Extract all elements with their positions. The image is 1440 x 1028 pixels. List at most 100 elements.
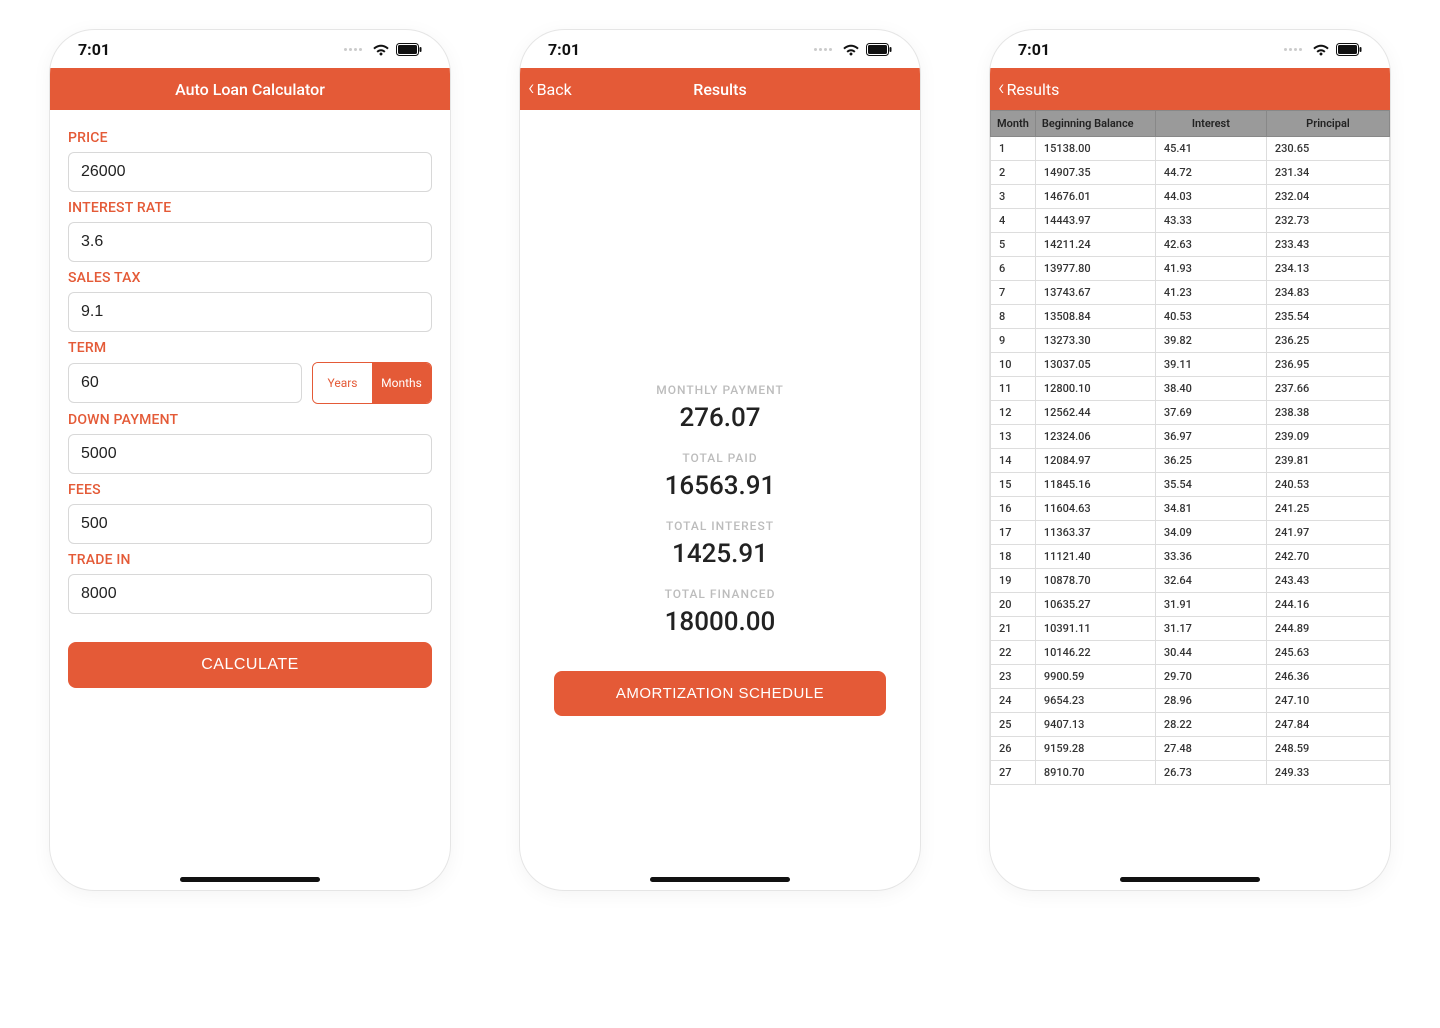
down-label: DOWN PAYMENT — [68, 412, 432, 428]
tradein-input[interactable] — [68, 574, 432, 614]
table-header-row: Month Beginning Balance Interest Princip… — [991, 111, 1390, 137]
results-screen: 7:01 ‹ Back Results MONTHLY PAYMENT 276.… — [520, 30, 920, 890]
table-cell: 44.03 — [1155, 185, 1266, 209]
page-title: Auto Loan Calculator — [175, 80, 325, 99]
back-button[interactable]: ‹ Back — [528, 68, 572, 110]
table-cell: 36.25 — [1155, 449, 1266, 473]
table-cell: 43.33 — [1155, 209, 1266, 233]
cellular-icon — [1284, 48, 1302, 51]
table-cell: 24 — [991, 689, 1036, 713]
table-cell: 34.81 — [1155, 497, 1266, 521]
amortization-screen: 7:01 ‹ Results Month Beginning Balance I… — [990, 30, 1390, 890]
table-cell: 12800.10 — [1035, 377, 1155, 401]
table-cell: 15 — [991, 473, 1036, 497]
table-cell: 13037.05 — [1035, 353, 1155, 377]
table-row: 813508.8440.53235.54 — [991, 305, 1390, 329]
table-cell: 231.34 — [1266, 161, 1389, 185]
table-cell: 22 — [991, 641, 1036, 665]
table-row: 1711363.3734.09241.97 — [991, 521, 1390, 545]
table-cell: 29.70 — [1155, 665, 1266, 689]
table-cell: 240.53 — [1266, 473, 1389, 497]
fees-label: FEES — [68, 482, 432, 498]
table-row: 278910.7026.73249.33 — [991, 761, 1390, 785]
calculate-button[interactable]: CALCULATE — [68, 642, 432, 688]
status-icons — [344, 43, 422, 56]
table-cell: 13273.30 — [1035, 329, 1155, 353]
navbar: ‹ Results — [990, 68, 1390, 110]
wifi-icon — [842, 43, 860, 56]
col-month: Month — [991, 111, 1036, 137]
table-cell: 247.10 — [1266, 689, 1389, 713]
table-cell: 247.84 — [1266, 713, 1389, 737]
chevron-left-icon: ‹ — [528, 78, 535, 100]
table-cell: 40.53 — [1155, 305, 1266, 329]
down-input[interactable] — [68, 434, 432, 474]
table-cell: 11121.40 — [1035, 545, 1155, 569]
table-cell: 33.36 — [1155, 545, 1266, 569]
total-financed-value: 18000.00 — [665, 607, 776, 637]
table-cell: 243.43 — [1266, 569, 1389, 593]
table-cell: 248.59 — [1266, 737, 1389, 761]
salestax-input[interactable] — [68, 292, 432, 332]
table-row: 115138.0045.41230.65 — [991, 137, 1390, 161]
table-row: 1910878.7032.64243.43 — [991, 569, 1390, 593]
chevron-left-icon: ‹ — [998, 78, 1005, 100]
interest-input[interactable] — [68, 222, 432, 262]
cellular-icon — [814, 48, 832, 51]
table-cell: 31.17 — [1155, 617, 1266, 641]
status-icons — [1284, 43, 1362, 56]
results-body: MONTHLY PAYMENT 276.07 TOTAL PAID 16563.… — [520, 110, 920, 890]
col-principal: Principal — [1266, 111, 1389, 137]
back-button[interactable]: ‹ Results — [998, 78, 1059, 100]
table-cell: 245.63 — [1266, 641, 1389, 665]
table-cell: 13508.84 — [1035, 305, 1155, 329]
home-indicator[interactable] — [180, 877, 320, 882]
table-cell: 11363.37 — [1035, 521, 1155, 545]
amortization-table-wrap[interactable]: Month Beginning Balance Interest Princip… — [990, 110, 1390, 890]
table-cell: 16 — [991, 497, 1036, 521]
home-indicator[interactable] — [1120, 877, 1260, 882]
table-cell: 12562.44 — [1035, 401, 1155, 425]
back-label: Results — [1007, 80, 1060, 99]
table-cell: 13743.67 — [1035, 281, 1155, 305]
wifi-icon — [1312, 43, 1330, 56]
price-input[interactable] — [68, 152, 432, 192]
status-time: 7:01 — [78, 40, 110, 59]
table-row: 314676.0144.03232.04 — [991, 185, 1390, 209]
calculator-screen: 7:01 Auto Loan Calculator PRICE INTEREST… — [50, 30, 450, 890]
table-cell: 232.73 — [1266, 209, 1389, 233]
table-cell: 38.40 — [1155, 377, 1266, 401]
table-cell: 21 — [991, 617, 1036, 641]
table-cell: 1 — [991, 137, 1036, 161]
table-cell: 31.91 — [1155, 593, 1266, 617]
amortization-button[interactable]: AMORTIZATION SCHEDULE — [554, 671, 886, 716]
table-cell: 44.72 — [1155, 161, 1266, 185]
battery-icon — [396, 43, 422, 56]
table-cell: 3 — [991, 185, 1036, 209]
term-input[interactable] — [68, 363, 302, 403]
page-title: Results — [693, 80, 746, 99]
table-cell: 233.43 — [1266, 233, 1389, 257]
table-cell: 15138.00 — [1035, 137, 1155, 161]
table-cell: 13 — [991, 425, 1036, 449]
total-paid-label: TOTAL PAID — [682, 451, 757, 465]
table-cell: 237.66 — [1266, 377, 1389, 401]
table-cell: 39.11 — [1155, 353, 1266, 377]
table-cell: 2 — [991, 161, 1036, 185]
table-cell: 10146.22 — [1035, 641, 1155, 665]
table-cell: 14676.01 — [1035, 185, 1155, 209]
term-years-button[interactable]: Years — [313, 363, 372, 403]
term-months-button[interactable]: Months — [372, 363, 431, 403]
home-indicator[interactable] — [650, 877, 790, 882]
table-row: 259407.1328.22247.84 — [991, 713, 1390, 737]
status-bar: 7:01 — [520, 30, 920, 68]
term-label: TERM — [68, 340, 432, 356]
navbar: Auto Loan Calculator — [50, 68, 450, 110]
table-cell: 35.54 — [1155, 473, 1266, 497]
table-row: 1212562.4437.69238.38 — [991, 401, 1390, 425]
table-row: 414443.9743.33232.73 — [991, 209, 1390, 233]
table-cell: 12084.97 — [1035, 449, 1155, 473]
fees-input[interactable] — [68, 504, 432, 544]
table-cell: 30.44 — [1155, 641, 1266, 665]
status-bar: 7:01 — [990, 30, 1390, 68]
